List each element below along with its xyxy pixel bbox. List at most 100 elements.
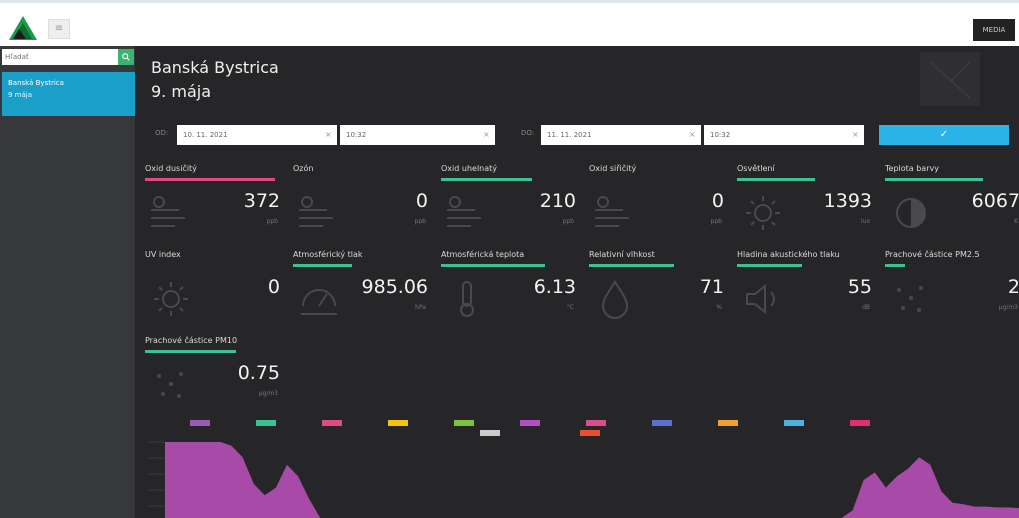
sensor-value: 55 (847, 276, 872, 298)
legend-item[interactable] (454, 420, 514, 426)
legend-swatch (784, 420, 804, 426)
sensor-tile[interactable]: Oxid dusičitý 372 ppb (145, 164, 280, 244)
sensor-tile[interactable]: Ozón 0 ppb (293, 164, 428, 244)
sensor-tile[interactable]: Teplota barvy 6067 K (885, 164, 1019, 244)
sidebar: Banská Bystrica 9 mája (0, 46, 135, 518)
legend-item[interactable] (480, 430, 540, 436)
humidity-icon (601, 280, 629, 319)
apply-button[interactable]: ✓ (879, 125, 1009, 145)
sensor-value: 985.06 (361, 276, 428, 298)
legend-item[interactable] (322, 420, 382, 426)
wind-icon (299, 196, 333, 227)
sensor-name: UV index (145, 250, 181, 259)
sensor-tile[interactable]: Hladina akustického tlaku 55 dB (737, 250, 872, 330)
sensor-value: 6067 (971, 190, 1019, 212)
legend-item[interactable] (784, 420, 844, 426)
sensor-tile[interactable]: Prachové částice PM2.5 2 µg/m3 (885, 250, 1019, 330)
sensor-level-bar (885, 264, 905, 267)
sensor-name: Prachové částice PM2.5 (885, 250, 980, 259)
sensor-tile[interactable]: Oxid siřičitý 0 ppb (589, 164, 724, 244)
sensor-level-bar (145, 178, 275, 181)
sensor-value: 6.13 (533, 276, 576, 298)
thermometer-icon (460, 281, 474, 317)
history-chart (149, 441, 1019, 518)
sensor-level-bar (589, 264, 674, 267)
sensor-unit: °C (566, 304, 574, 311)
legend-swatch (322, 420, 342, 426)
sensor-tile[interactable]: Atmosférický tlak 985.06 hPa (293, 250, 428, 330)
sidebar-item-station[interactable]: Banská Bystrica 9 mája (2, 72, 135, 116)
from-time-input[interactable]: 10:32 (340, 125, 495, 145)
legend-swatch (586, 420, 606, 426)
legend-item[interactable] (388, 420, 448, 426)
legend-item[interactable] (850, 420, 910, 426)
sensor-name: Oxid dusičitý (145, 164, 197, 173)
sensor-unit: ppb (266, 218, 278, 225)
legend-swatch (580, 430, 600, 436)
menu-toggle-button[interactable]: ≡ (48, 19, 70, 39)
from-date-input[interactable]: 10. 11. 2021 (177, 125, 337, 145)
to-time-input[interactable]: 10:32 (704, 125, 864, 145)
sensor-value: 71 (699, 276, 724, 298)
legend-item[interactable] (652, 420, 712, 426)
search-button[interactable] (118, 49, 134, 65)
sensor-name: Atmosférický tlak (293, 250, 363, 259)
clear-icon[interactable]: × (689, 125, 696, 145)
logo-icon[interactable] (8, 15, 38, 41)
sensor-level-bar (441, 264, 545, 267)
sensor-unit: hPa (415, 304, 426, 311)
sun-icon (746, 196, 780, 230)
sensor-unit: % (716, 304, 722, 311)
date-range-to: DO: 11. 11. 2021 × 10:32 × (521, 125, 866, 145)
sensor-name: Prachové částice PM10 (145, 336, 238, 345)
sensor-tile[interactable]: UV index 0 (145, 250, 280, 330)
station-subtitle: 9. mája (151, 82, 211, 101)
sun-icon (154, 282, 188, 316)
sensor-unit: µg/m3 (998, 304, 1018, 311)
color-temp-icon (896, 198, 926, 228)
legend-swatch (520, 420, 540, 426)
sensor-name: Hladina akustického tlaku (737, 250, 840, 259)
sensor-tile[interactable]: Oxid uhelnatý 210 ppb (441, 164, 576, 244)
sensor-value: 0 (415, 190, 428, 212)
sensor-value: 2 (1007, 276, 1019, 298)
sensor-value: 1393 (823, 190, 872, 212)
gauge-icon (301, 289, 337, 315)
clear-icon[interactable]: × (852, 125, 859, 145)
sensor-value: 0.75 (237, 362, 280, 384)
sensor-level-bar (885, 178, 983, 181)
sensor-level-bar (441, 178, 532, 181)
sensor-tile[interactable]: Prachové částice PM10 0.75 µg/m3 (145, 336, 280, 416)
login-button[interactable]: MEDIA (973, 19, 1015, 41)
wind-icon (447, 196, 481, 227)
sensor-value: 0 (267, 276, 280, 298)
to-date-input[interactable]: 11. 11. 2021 (541, 125, 701, 145)
legend-item[interactable] (718, 420, 778, 426)
sensor-value: 372 (243, 190, 280, 212)
legend-item[interactable] (580, 430, 640, 436)
legend-item[interactable] (586, 420, 646, 426)
date-range-from: OD: 10. 11. 2021 × 10:32 × (155, 125, 495, 145)
legend-swatch (652, 420, 672, 426)
sensor-unit: lux (860, 218, 870, 225)
legend-swatch (190, 420, 210, 426)
top-bar: ≡ MEDIA (0, 0, 1019, 46)
clear-icon[interactable]: × (483, 125, 490, 145)
sensor-tile[interactable]: Atmosférická teplota 6.13 °C (441, 250, 576, 330)
legend-swatch (454, 420, 474, 426)
sensor-level-bar (145, 350, 236, 353)
legend-item[interactable] (520, 420, 580, 426)
sensor-tile[interactable]: Relativní vlhkost 71% (589, 250, 724, 330)
sensor-unit: dB (862, 304, 870, 311)
legend-swatch (388, 420, 408, 426)
clear-icon[interactable]: × (325, 125, 332, 145)
search-input[interactable] (2, 49, 118, 65)
sensor-name: Atmosférická teplota (441, 250, 525, 259)
from-label: OD: (155, 129, 169, 137)
legend-item[interactable] (256, 420, 316, 426)
sensor-name: Ozón (293, 164, 314, 173)
speaker-icon (746, 283, 775, 315)
sidebar-item-title: Banská Bystrica (8, 79, 64, 87)
legend-item[interactable] (190, 420, 250, 426)
sensor-tile[interactable]: Osvětlení 1393 lux (737, 164, 872, 244)
